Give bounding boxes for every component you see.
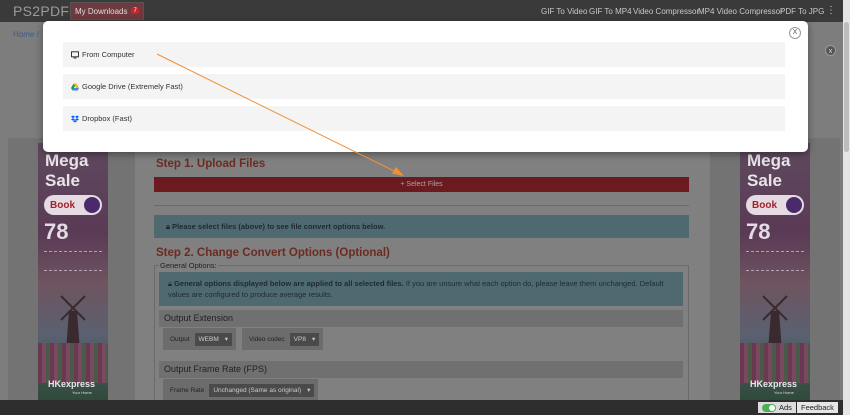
video-codec-label: Video codec	[249, 335, 285, 343]
right-ad-banner[interactable]: Mega Sale Book 78 HKexpress Your Home	[740, 143, 810, 400]
google-drive-icon	[71, 83, 79, 90]
step2-heading: Step 2. Change Convert Options (Optional…	[156, 247, 390, 259]
video-codec-value: VP8	[293, 335, 306, 343]
ad-headline: Mega Sale	[45, 151, 89, 190]
general-options-legend: General Options:	[159, 261, 218, 270]
upload-from-computer-option[interactable]: From Computer	[63, 42, 785, 67]
ad-fineprint	[44, 251, 102, 271]
my-downloads-button[interactable]: My Downloads 7	[70, 2, 144, 20]
site-logo[interactable]: PS2PDF	[13, 3, 69, 19]
ad-book-label: Book	[50, 199, 75, 211]
select-files-info-text: Please select files (above) to see file …	[172, 222, 386, 231]
nav-link-gif-to-video[interactable]: GIF To Video	[541, 7, 587, 16]
feedback-button[interactable]: Feedback	[797, 402, 838, 413]
divider	[154, 205, 689, 206]
frame-rate-heading: Output Frame Rate (FPS)	[159, 361, 683, 378]
output-label: Output	[170, 335, 190, 343]
ad-headline: Mega Sale	[747, 151, 791, 190]
frame-rate-select[interactable]: Unchanged (Same as original) ▾	[209, 383, 315, 397]
select-files-button[interactable]: + Select Files	[154, 177, 689, 192]
ads-label: Ads	[779, 403, 792, 412]
ad-price: 78	[44, 219, 69, 244]
select-files-info: 🔒︎ Please select files (above) to see fi…	[154, 215, 689, 238]
output-format-group: Output WEBM ▾	[163, 328, 237, 350]
monitor-icon	[71, 50, 79, 58]
ad-brand-tag: Your Home	[72, 390, 92, 395]
breadcrumb: Home /	[13, 30, 39, 39]
dropdown-caret-icon: ▾	[311, 335, 316, 343]
video-codec-group: Video codec VP8 ▾	[242, 328, 324, 350]
upload-from-dropbox-option[interactable]: Dropbox (Fast)	[63, 106, 785, 131]
ad-brand: HKexpress	[48, 379, 96, 389]
frame-rate-label: Frame Rate	[170, 386, 205, 394]
left-ad-banner[interactable]: Mega Sale Book 78 HKexpress Your Home	[38, 143, 108, 400]
ad-book-button[interactable]: Book	[44, 195, 102, 215]
ad-flowers	[740, 343, 810, 383]
downloads-count-badge: 7	[131, 8, 139, 14]
scrollbar-thumb[interactable]	[844, 22, 849, 152]
step1-heading: Step 1. Upload Files	[156, 158, 266, 170]
breadcrumb-home[interactable]: Home	[13, 30, 34, 39]
ad-dot-icon	[84, 197, 100, 213]
more-menu-icon[interactable]: ⋮	[826, 5, 836, 16]
close-ad-icon[interactable]: x	[825, 45, 836, 56]
nav-link-mp4-video-compressor[interactable]: MP4 Video Compressor	[698, 7, 783, 16]
output-format-value: WEBM	[198, 335, 219, 343]
ad-price: 78	[746, 219, 771, 244]
ads-toggle-button[interactable]: Ads	[758, 402, 796, 413]
ad-brand: HKexpress	[750, 379, 798, 389]
frame-rate-value: Unchanged (Same as original)	[213, 386, 302, 394]
dropbox-icon	[71, 115, 79, 122]
output-extension-heading: Output Extension	[159, 310, 683, 327]
toggle-switch-icon[interactable]	[762, 403, 776, 412]
close-modal-button[interactable]: X	[789, 27, 801, 39]
video-codec-select[interactable]: VP8 ▾	[289, 332, 320, 346]
upload-from-google-drive-option[interactable]: Google Drive (Extremely Fast)	[63, 74, 785, 99]
dropdown-caret-icon: ▾	[224, 335, 229, 343]
option-label: Dropbox (Fast)	[82, 114, 133, 123]
nav-link-gif-to-mp4[interactable]: GIF To MP4	[589, 7, 632, 16]
general-options-info: 🔒︎ General options displayed below are a…	[159, 272, 683, 306]
output-format-select[interactable]: WEBM ▾	[194, 332, 233, 346]
my-downloads-label: My Downloads	[75, 6, 128, 16]
nav-link-pdf-to-jpg[interactable]: PDF To JPG	[780, 7, 824, 16]
ad-book-button[interactable]: Book	[746, 195, 804, 215]
ad-book-label: Book	[752, 199, 777, 211]
ad-dot-icon	[786, 197, 802, 213]
frame-rate-group: Frame Rate Unchanged (Same as original) ▾	[163, 379, 319, 401]
ad-brand-tag: Your Home	[774, 390, 794, 395]
ad-fineprint	[746, 251, 804, 271]
breadcrumb-separator: /	[36, 30, 39, 39]
general-options-info-bold: General options displayed below are appl…	[174, 279, 404, 288]
ad-flowers	[38, 343, 108, 383]
nav-link-video-compressor[interactable]: Video Compressor	[633, 7, 699, 16]
bottom-bar	[0, 400, 850, 415]
dropdown-caret-icon: ▾	[307, 386, 311, 394]
option-label: Google Drive (Extremely Fast)	[82, 82, 183, 91]
option-label: From Computer	[82, 50, 135, 59]
